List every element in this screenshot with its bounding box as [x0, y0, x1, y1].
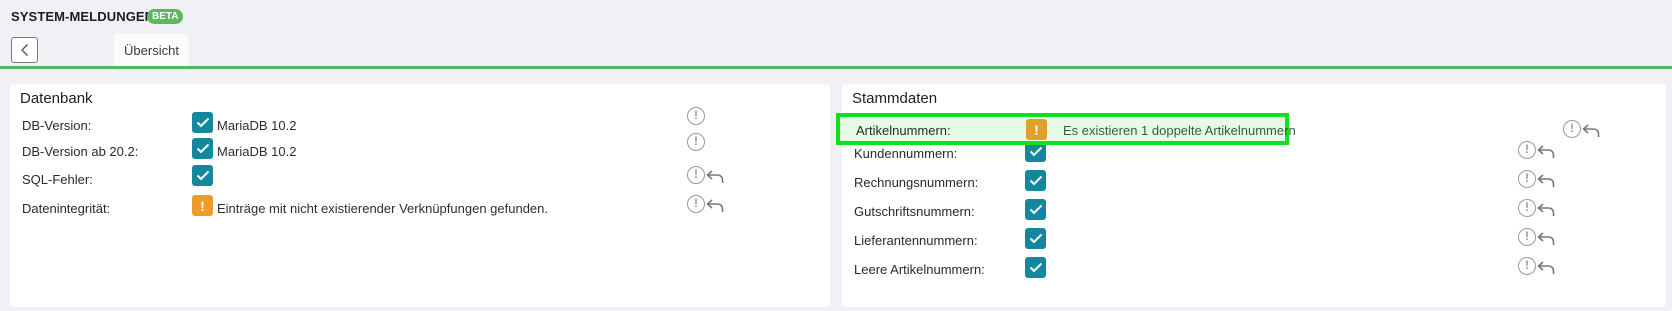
exclamation-icon: !	[192, 195, 213, 216]
undo-icon[interactable]	[706, 199, 724, 213]
checkmark-icon	[192, 112, 213, 133]
tab-uebersicht[interactable]: Übersicht	[114, 34, 189, 66]
info-circle-icon[interactable]: !	[1518, 257, 1536, 275]
row-label: DB-Version:	[22, 118, 92, 133]
back-button[interactable]	[11, 37, 38, 63]
info-circle-icon[interactable]: !	[687, 107, 705, 125]
info-circle-icon[interactable]: !	[1518, 199, 1536, 217]
row-label: Lieferantennummern:	[854, 233, 978, 248]
row-label: Rechnungsnummern:	[854, 175, 979, 190]
exclamation-icon: !	[1026, 119, 1047, 140]
db-row: SQL-Fehler: !	[10, 165, 830, 194]
checkmark-icon	[1025, 170, 1046, 191]
stammdaten-title: Stammdaten	[852, 90, 938, 107]
beta-badge: BETA	[147, 9, 184, 24]
row-value: MariaDB 10.2	[217, 144, 297, 159]
row-label: Datenintegrität:	[22, 201, 111, 216]
datenbank-panel: Datenbank DB-Version: MariaDB 10.2 ! DB-…	[10, 84, 830, 307]
info-circle-icon[interactable]: !	[1518, 228, 1536, 246]
info-circle-icon[interactable]: !	[687, 133, 705, 151]
top-bar: SYSTEM-MELDUNGEN BETA Übersicht	[0, 0, 1672, 69]
stamm-row: Rechnungsnummern: !	[842, 169, 1666, 197]
undo-icon[interactable]	[1537, 261, 1555, 275]
undo-icon[interactable]	[1537, 232, 1555, 246]
db-row: DB-Version: MariaDB 10.2 !	[10, 107, 830, 140]
row-label: Leere Artikelnummern:	[854, 262, 985, 277]
undo-icon[interactable]	[1537, 203, 1555, 217]
artikelnummern-row-highlight[interactable]: Artikelnummern: ! Es existieren 1 doppel…	[836, 113, 1296, 145]
undo-icon[interactable]	[1582, 124, 1600, 138]
checkmark-icon	[1025, 228, 1046, 249]
tab-underline	[0, 66, 1672, 69]
checkmark-icon	[1025, 257, 1046, 278]
row-value: Es existieren 1 doppelte Artikelnummern	[1063, 123, 1296, 138]
datenbank-title: Datenbank	[20, 90, 93, 107]
row-label: Artikelnummern:	[856, 123, 951, 138]
stamm-row: Lieferantennummern: !	[842, 227, 1666, 255]
checkmark-icon	[192, 165, 213, 186]
info-circle-icon[interactable]: !	[1563, 120, 1581, 138]
info-circle-icon[interactable]: !	[687, 195, 705, 213]
info-circle-icon[interactable]: !	[1518, 170, 1536, 188]
info-circle-icon[interactable]: !	[687, 166, 705, 184]
row-value: MariaDB 10.2	[217, 118, 297, 133]
page-title: SYSTEM-MELDUNGEN	[11, 9, 155, 24]
undo-icon[interactable]	[1537, 145, 1555, 159]
undo-icon[interactable]	[706, 170, 724, 184]
row-label: Gutschriftsnummern:	[854, 204, 975, 219]
row-value: Einträge mit nicht existierender Verknüp…	[217, 201, 548, 216]
info-circle-icon[interactable]: !	[1518, 141, 1536, 159]
row-label: SQL-Fehler:	[22, 172, 93, 187]
db-row: Datenintegrität: ! Einträge mit nicht ex…	[10, 195, 830, 223]
row-label: DB-Version ab 20.2:	[22, 144, 139, 159]
stamm-row: Leere Artikelnummern: !	[842, 256, 1666, 284]
row-label: Kundennummern:	[854, 146, 958, 161]
checkmark-icon	[192, 138, 213, 159]
undo-icon[interactable]	[1537, 174, 1555, 188]
stamm-row: Gutschriftsnummern: !	[842, 198, 1666, 226]
db-row: DB-Version ab 20.2: MariaDB 10.2 !	[10, 133, 830, 166]
checkmark-icon	[1025, 199, 1046, 220]
chevron-left-icon	[20, 44, 28, 56]
